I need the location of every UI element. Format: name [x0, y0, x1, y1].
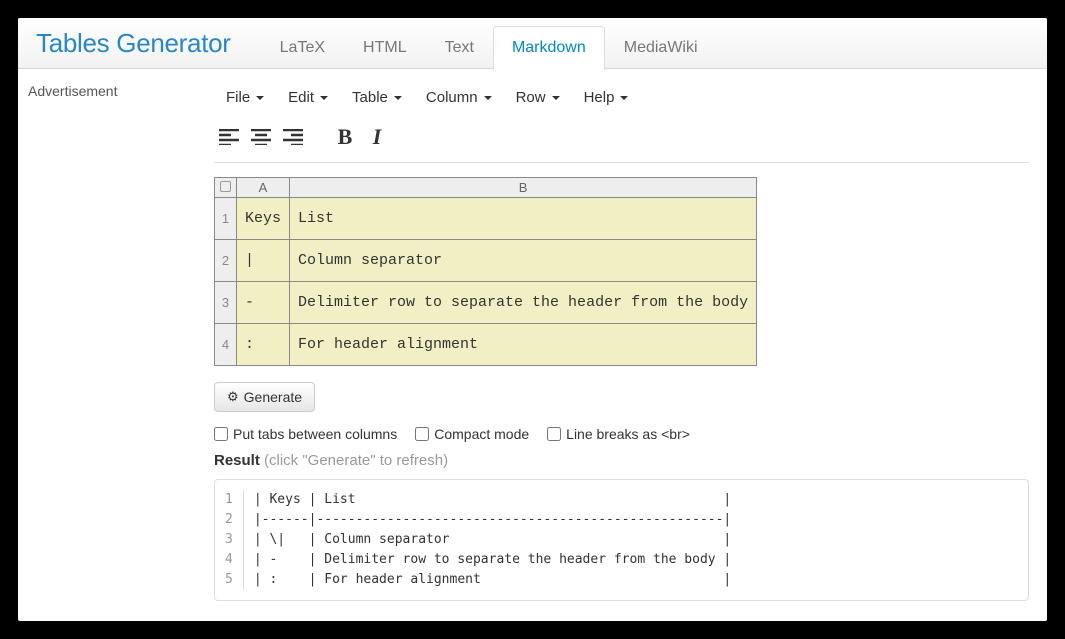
align-center-icon[interactable]	[250, 126, 272, 148]
cell[interactable]: Keys	[237, 198, 290, 240]
row-header[interactable]: 4	[215, 324, 237, 366]
column-header-b[interactable]: B	[290, 178, 757, 198]
checkbox-breaks[interactable]	[547, 427, 561, 441]
code-content[interactable]: | Keys | List | |------|----------------…	[244, 490, 741, 590]
navbar: Tables Generator LaTeX HTML Text Markdow…	[18, 18, 1047, 69]
option-compact[interactable]: Compact mode	[415, 426, 529, 442]
cell[interactable]: :	[237, 324, 290, 366]
caret-icon	[552, 96, 560, 100]
row-header[interactable]: 1	[215, 198, 237, 240]
caret-icon	[256, 96, 264, 100]
format-tabs: LaTeX HTML Text Markdown MediaWiki	[261, 18, 717, 69]
align-right-icon[interactable]	[282, 126, 304, 148]
brand-title: Tables Generator	[36, 28, 231, 59]
sidebar-ad-label: Advertisement	[18, 69, 210, 601]
cell[interactable]: List	[290, 198, 757, 240]
toolbar: B I	[214, 122, 1047, 162]
tab-markdown[interactable]: Markdown	[493, 26, 605, 70]
divider	[214, 162, 1029, 163]
caret-icon	[620, 96, 628, 100]
editor-grid[interactable]: A B 1 Keys List 2 | Column separator 3 -…	[214, 177, 757, 366]
option-tabs[interactable]: Put tabs between columns	[214, 426, 397, 442]
options-row: Put tabs between columns Compact mode Li…	[214, 426, 1047, 442]
column-header-a[interactable]: A	[237, 178, 290, 198]
caret-icon	[484, 96, 492, 100]
checkbox-compact[interactable]	[415, 427, 429, 441]
generate-button[interactable]: ⚙ Generate	[214, 382, 315, 412]
menu-table[interactable]: Table	[340, 81, 414, 114]
row-header[interactable]: 2	[215, 240, 237, 282]
cell[interactable]: Column separator	[290, 240, 757, 282]
tab-mediawiki[interactable]: MediaWiki	[605, 26, 717, 70]
bold-icon[interactable]: B	[334, 126, 356, 148]
cell[interactable]: |	[237, 240, 290, 282]
cell[interactable]: -	[237, 282, 290, 324]
row-header[interactable]: 3	[215, 282, 237, 324]
tab-latex[interactable]: LaTeX	[261, 26, 344, 70]
align-left-icon[interactable]	[218, 126, 240, 148]
menu-edit[interactable]: Edit	[276, 81, 340, 114]
gear-icon: ⚙	[227, 389, 239, 405]
cell[interactable]: Delimiter row to separate the header fro…	[290, 282, 757, 324]
output-code[interactable]: 12345 | Keys | List | |------|----------…	[214, 479, 1029, 601]
tab-html[interactable]: HTML	[344, 26, 426, 70]
option-breaks[interactable]: Line breaks as <br>	[547, 426, 690, 442]
menu-file[interactable]: File	[214, 81, 276, 114]
caret-icon	[394, 96, 402, 100]
caret-icon	[320, 96, 328, 100]
menu-help[interactable]: Help	[572, 81, 641, 114]
checkbox-tabs[interactable]	[214, 427, 228, 441]
brand-logo[interactable]: Tables Generator	[22, 28, 239, 59]
select-all-corner[interactable]	[215, 178, 237, 198]
italic-icon[interactable]: I	[366, 126, 388, 148]
line-gutter: 12345	[215, 490, 244, 590]
menu-column[interactable]: Column	[414, 81, 504, 114]
menu-row[interactable]: Row	[504, 81, 572, 114]
result-heading: Result (click "Generate" to refresh)	[214, 452, 1047, 469]
cell[interactable]: For header alignment	[290, 324, 757, 366]
menubar: File Edit Table Column Row Help	[214, 77, 1047, 122]
tab-text[interactable]: Text	[426, 26, 493, 70]
